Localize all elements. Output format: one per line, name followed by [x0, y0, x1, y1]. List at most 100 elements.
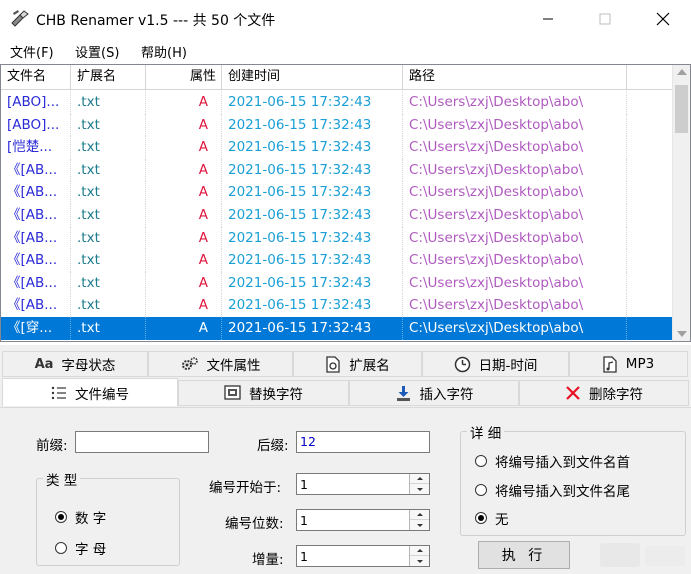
cell-attribute: A	[146, 136, 222, 159]
detail-group-title: 详 细	[467, 422, 505, 442]
cell-created: 2021-06-15 17:32:43	[222, 226, 403, 250]
cell-path: C:\Users\zxj\Desktop\abo\	[403, 203, 627, 227]
cell-path: C:\Users\zxj\Desktop\abo\	[403, 316, 627, 340]
column-header-path[interactable]: 路径	[403, 65, 627, 90]
tab-label: 替换字符	[249, 387, 303, 403]
tab-replace-chars[interactable]: 替换字符	[178, 380, 349, 406]
tab-label: MP3	[625, 356, 655, 372]
letter-case-icon: Aa	[34, 356, 54, 372]
spinner-down-button[interactable]	[410, 484, 429, 494]
tab-insert-chars[interactable]: 插入字符	[349, 380, 519, 406]
table-row[interactable]: [ABO]... .txt A 2021-06-15 17:32:43 C:\Users…	[1, 91, 673, 114]
cell-extension: .txt	[71, 271, 146, 295]
cell-extension: .txt	[71, 226, 146, 250]
suffix-input[interactable]: 12	[296, 431, 430, 453]
cell-filename: [恺楚...	[1, 136, 71, 159]
cell-extension: .txt	[71, 294, 146, 317]
list-scrollbar[interactable]	[672, 65, 690, 341]
tab-delete-chars[interactable]: 删除字符	[519, 380, 689, 406]
radio-label: 字 母	[75, 542, 107, 558]
tab-mp3[interactable]: MP3	[569, 351, 688, 377]
table-row[interactable]: 《[AB... .txt A 2021-06-15 17:32:43 C:\Users\…	[1, 158, 673, 182]
cell-extension: .txt	[71, 316, 146, 340]
tab-extension[interactable]: 扩展名	[293, 351, 422, 377]
table-row[interactable]: [恺楚... .txt A 2021-06-15 17:32:43 C:\Users\z…	[1, 136, 673, 159]
radio-label: 将编号插入到文件名尾	[495, 484, 630, 500]
maximize-button[interactable]	[582, 0, 628, 38]
table-row[interactable]: 《[AB... .txt A 2021-06-15 17:32:43 C:\Users\…	[1, 203, 673, 227]
digits-spinner[interactable]: 1	[296, 509, 430, 531]
minimize-button[interactable]	[525, 0, 571, 38]
digits-label: 编号位数:	[225, 516, 284, 532]
spinner-up-button[interactable]	[410, 546, 429, 556]
table-row[interactable]: 《[AB... .txt A 2021-06-15 17:32:43 C:\Users\…	[1, 181, 673, 204]
spinner-up-button[interactable]	[410, 474, 429, 484]
cell-path: C:\Users\zxj\Desktop\abo\	[403, 226, 627, 250]
options-area: Aa 字母状态 文件属性 扩展名 日期-时间 MP3 文件编号 替换字符 插入字…	[0, 345, 691, 574]
cell-attribute: A	[146, 113, 222, 137]
execute-button[interactable]: 执 行	[478, 541, 570, 569]
column-header-created[interactable]: 创建时间	[222, 65, 403, 90]
column-header-filename[interactable]: 文件名	[1, 65, 71, 90]
menu-file[interactable]: 文件(F)	[10, 42, 54, 61]
cell-created: 2021-06-15 17:32:43	[222, 294, 403, 317]
scroll-thumb[interactable]	[675, 85, 688, 133]
spinner-up-button[interactable]	[410, 510, 429, 520]
spinner-value: 1	[300, 477, 308, 492]
table-row[interactable]: [ABO]... .txt A 2021-06-15 17:32:43 C:\Users…	[1, 113, 673, 137]
scroll-up-icon[interactable]	[677, 69, 687, 75]
close-button[interactable]	[640, 0, 686, 38]
tab-file-attributes[interactable]: 文件属性	[148, 351, 293, 377]
scroll-down-icon[interactable]	[677, 331, 687, 337]
tab-file-numbering[interactable]: 文件编号	[2, 378, 178, 406]
table-row-selected[interactable]: 《[穿... .txt A 2021-06-15 17:32:43 C:\Users\z…	[1, 316, 673, 340]
spinner-down-button[interactable]	[410, 520, 429, 530]
insert-none-radio[interactable]: 无	[475, 508, 509, 528]
tab-date-time[interactable]: 日期-时间	[422, 351, 569, 377]
increment-spinner[interactable]: 1	[296, 545, 430, 567]
tab-letter-case[interactable]: Aa 字母状态	[2, 351, 148, 377]
table-row[interactable]: 《[AB... .txt A 2021-06-15 17:32:43 C:\Users\…	[1, 294, 673, 317]
maximize-icon	[599, 13, 611, 25]
column-header-extension[interactable]: 扩展名	[71, 65, 146, 90]
table-row[interactable]: 《[AB... .txt A 2021-06-15 17:32:43 C:\Users\…	[1, 249, 673, 272]
radio-dot	[475, 512, 487, 524]
type-letter-radio[interactable]: 字 母	[55, 538, 106, 558]
insert-at-end-radio[interactable]: 将编号插入到文件名尾	[475, 480, 630, 500]
suffix-label: 后缀:	[257, 438, 289, 454]
tab-label: 扩展名	[349, 358, 390, 374]
cell-filename: [ABO]...	[1, 113, 71, 137]
radio-label: 无	[495, 512, 509, 528]
increment-label: 增量:	[252, 552, 284, 568]
detail-group: 详 细 将编号插入到文件名首 将编号插入到文件名尾 无	[460, 422, 686, 536]
app-icon	[10, 9, 30, 27]
spinner-down-button[interactable]	[410, 556, 429, 566]
file-list[interactable]: 文件名 扩展名 属性 创建时间 路径 [ABO]... .txt A 2021-06-…	[0, 64, 691, 342]
tab-label: 日期-时间	[478, 358, 538, 374]
cell-created: 2021-06-15 17:32:43	[222, 113, 403, 137]
table-row[interactable]: 《[AB... .txt A 2021-06-15 17:32:43 C:\Users\…	[1, 226, 673, 250]
tab-label: 文件属性	[206, 358, 261, 374]
cell-attribute: A	[146, 249, 222, 272]
numbered-list-icon	[51, 386, 67, 400]
menu-settings[interactable]: 设置(S)	[75, 42, 119, 61]
cell-attribute: A	[146, 316, 222, 340]
cell-attribute: A	[146, 203, 222, 227]
insert-at-start-radio[interactable]: 将编号插入到文件名首	[475, 451, 630, 471]
table-row[interactable]: 《[AB... .txt A 2021-06-15 17:32:43 C:\Users\…	[1, 271, 673, 295]
cell-created: 2021-06-15 17:32:43	[222, 91, 403, 114]
tab-label: 字母状态	[61, 358, 116, 374]
cell-extension: .txt	[71, 113, 146, 137]
column-header-attribute[interactable]: 属性	[146, 65, 222, 90]
cell-filename: 《[AB...	[1, 203, 71, 227]
menu-help[interactable]: 帮助(H)	[141, 42, 187, 61]
type-number-radio[interactable]: 数 字	[55, 507, 106, 527]
insert-arrow-icon	[395, 385, 412, 402]
cell-path: C:\Users\zxj\Desktop\abo\	[403, 158, 627, 182]
tab-label: 删除字符	[589, 387, 643, 403]
start-number-spinner[interactable]: 1	[296, 473, 430, 495]
close-icon	[656, 12, 670, 26]
prefix-label: 前缀:	[36, 438, 68, 454]
prefix-input[interactable]	[75, 431, 209, 453]
cell-path: C:\Users\zxj\Desktop\abo\	[403, 113, 627, 137]
